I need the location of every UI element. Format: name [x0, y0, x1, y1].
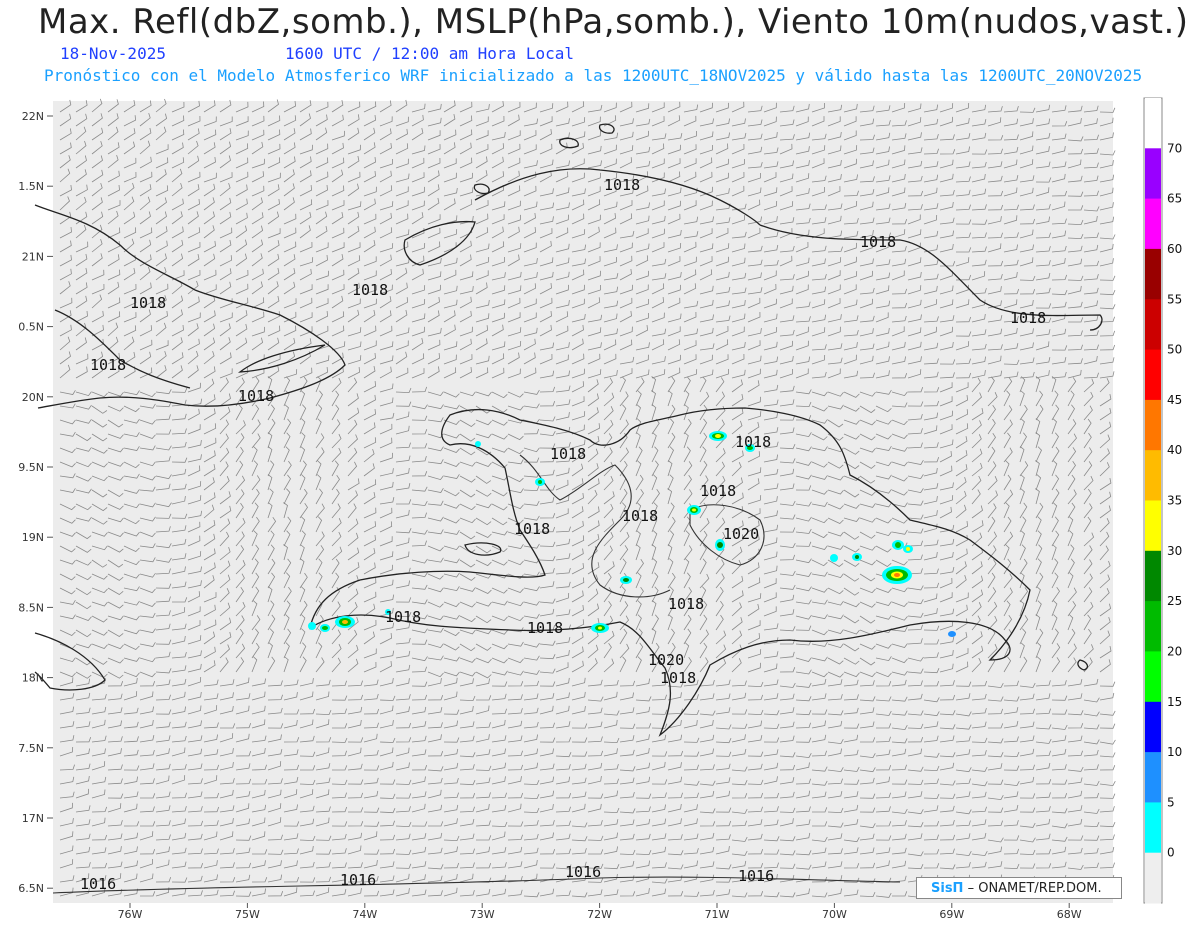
echo-cell [830, 554, 838, 562]
echo-cell [948, 631, 956, 637]
isobar-label: 1020 [723, 525, 759, 543]
colorbar-label: 45 [1167, 393, 1182, 407]
colorbar-label: 40 [1167, 443, 1182, 457]
colorbar-segment [1145, 601, 1161, 652]
colorbar-segment [1145, 299, 1161, 351]
isobar-label: 1018 [130, 294, 166, 312]
lat-label: 8.5N [18, 601, 44, 614]
echo-cell [308, 622, 316, 630]
isobar-label: 1020 [648, 651, 684, 669]
lat-label: 7.5N [18, 742, 44, 755]
echo-cell [591, 623, 609, 633]
isobar-label: 1018 [90, 356, 126, 374]
isobar-label: 1018 [352, 281, 388, 299]
colorbar-segment [1145, 550, 1161, 602]
colorbar-segment [1145, 148, 1161, 200]
isobar-label: 1016 [80, 875, 116, 893]
lat-label: 9.5N [18, 461, 44, 474]
echo-cell [903, 545, 913, 553]
sispi-logo: SisΠ [931, 881, 964, 896]
isobar-label: 1018 [604, 176, 640, 194]
lat-label: 6.5N [18, 882, 44, 895]
echo-cell [709, 431, 727, 441]
lon-label: 75W [235, 908, 260, 921]
isobar-label: 1018 [527, 619, 563, 637]
lat-label: 20N [22, 391, 44, 404]
colorbar-segment [1145, 450, 1161, 501]
colorbar-segment [1145, 399, 1161, 451]
colorbar-segment [1145, 98, 1161, 149]
colorbar-label: 30 [1167, 544, 1182, 558]
lon-label: 68W [1057, 908, 1082, 921]
echo-cell [320, 624, 330, 632]
lat-label: 22N [22, 110, 44, 123]
isobar-label: 1018 [1010, 309, 1046, 327]
colorbar-segment [1145, 852, 1161, 904]
isobar-label: 1016 [738, 867, 774, 885]
isobar-label: 1018 [700, 482, 736, 500]
lon-label: 70W [822, 908, 847, 921]
isobar-label: 1018 [660, 669, 696, 687]
isobar-label: 1018 [238, 387, 274, 405]
colorbar-label: 65 [1167, 192, 1182, 206]
longitude-axis: 76W 75W 74W 73W 72W 71W 70W 69W 68W [118, 903, 1082, 921]
colorbar-segment [1145, 651, 1161, 703]
colorbar-segment [1145, 500, 1161, 552]
colorbar-segment [1145, 701, 1161, 753]
credit-box: SisΠ – ONAMET/REP.DOM. [916, 877, 1122, 899]
echo-cell [535, 478, 545, 486]
isobar-label: 1016 [565, 863, 601, 881]
colorbar-label: 55 [1167, 292, 1182, 306]
colorbar-label: 5 [1167, 795, 1175, 809]
colorbar-label: 10 [1167, 745, 1182, 759]
lat-label: 18N [22, 672, 44, 685]
colorbar-label: 0 [1167, 846, 1175, 860]
lon-label: 76W [118, 908, 143, 921]
colorbar: 7065605550454035302520151050 [1145, 98, 1182, 904]
lat-label: 17N [22, 812, 44, 825]
latitude-axis: 22N 1.5N 21N 0.5N 20N 9.5N 19N 8.5N 18N 7.5N 17N 6.… [18, 110, 53, 895]
isobar-label: 1018 [385, 608, 421, 626]
echo-cell [892, 540, 904, 550]
lat-label: 21N [22, 250, 44, 263]
echo-cell [687, 505, 701, 515]
colorbar-label: 20 [1167, 644, 1182, 658]
colorbar-label: 50 [1167, 343, 1182, 357]
isobar-label: 1018 [735, 433, 771, 451]
isobar-label: 1018 [860, 233, 896, 251]
lon-label: 71W [705, 908, 730, 921]
colorbar-label: 25 [1167, 594, 1182, 608]
weather-map: 1018101810181018101810181018101810181018… [18, 97, 1182, 921]
isobar-label: 1016 [340, 871, 376, 889]
echo-cell [852, 553, 862, 561]
colorbar-label: 15 [1167, 695, 1182, 709]
lon-label: 72W [587, 908, 612, 921]
isobar-label: 1018 [668, 595, 704, 613]
colorbar-segment [1145, 349, 1161, 401]
colorbar-label: 35 [1167, 494, 1182, 508]
echo-cell [620, 576, 632, 584]
echo-cell [475, 441, 481, 447]
colorbar-segment [1145, 802, 1161, 854]
lon-label: 73W [470, 908, 495, 921]
colorbar-segment [1145, 198, 1161, 250]
lat-label: 1.5N [18, 180, 44, 193]
credit-text: – ONAMET/REP.DOM. [967, 881, 1102, 896]
isobar-label: 1018 [622, 507, 658, 525]
colorbar-label: 60 [1167, 242, 1182, 256]
isobar-label: 1018 [514, 520, 550, 538]
lat-label: 19N [22, 531, 44, 544]
echo-cell [335, 616, 355, 628]
echo-cell [882, 566, 912, 584]
lat-label: 0.5N [18, 321, 44, 334]
isobar-label: 1018 [550, 445, 586, 463]
colorbar-label: 70 [1167, 141, 1182, 155]
lon-label: 69W [939, 908, 964, 921]
lon-label: 74W [352, 908, 377, 921]
colorbar-segment [1145, 752, 1161, 803]
colorbar-segment [1145, 248, 1161, 300]
